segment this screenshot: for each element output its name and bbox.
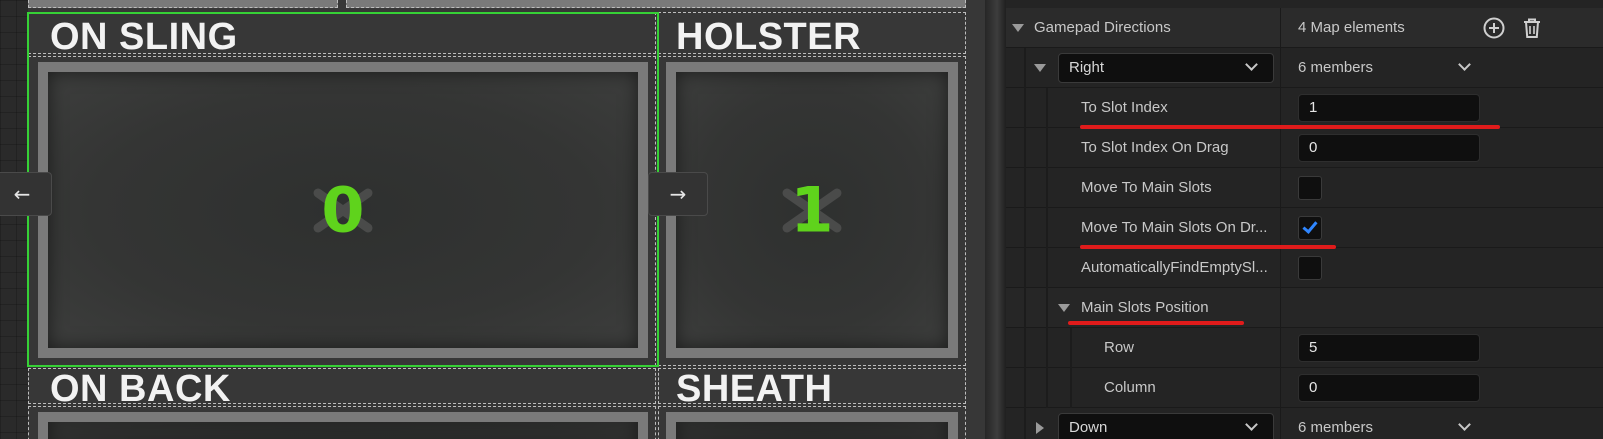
add-circle-icon[interactable]: [1482, 16, 1506, 40]
indent-guide: [1070, 328, 1072, 368]
collapsed-arrow-icon[interactable]: [1036, 422, 1044, 434]
indent-guide: [1046, 288, 1048, 328]
slot-inner-sheath: [676, 422, 948, 439]
column-splitter[interactable]: [1280, 8, 1281, 48]
row-property-row: Row 5: [1006, 328, 1603, 368]
slot-on-back[interactable]: [38, 412, 648, 439]
map-key-combo-right[interactable]: Right: [1058, 53, 1274, 83]
chevron-down-icon[interactable]: [1458, 418, 1471, 431]
annotation-underline-move-on-drag: [1080, 245, 1336, 249]
expand-arrow-icon[interactable]: [1034, 64, 1046, 72]
indent-guide: [1024, 328, 1026, 368]
to-slot-index-on-drag-row: To Slot Index On Drag 0: [1006, 128, 1603, 168]
viewport-edge: [985, 0, 1006, 439]
move-to-main-slots-on-drag-row: Move To Main Slots On Dr...: [1006, 208, 1603, 248]
map-key-value: Right: [1069, 59, 1105, 76]
slot-sheath[interactable]: [666, 412, 958, 439]
column-splitter[interactable]: [1280, 48, 1281, 88]
automatically-find-empty-label: AutomaticallyFindEmptySl...: [1081, 259, 1268, 276]
slot-index-text: 1: [790, 173, 834, 247]
indent-guide: [1046, 328, 1048, 368]
indent-guide: [1046, 88, 1048, 128]
to-slot-index-row: To Slot Index 1: [1006, 88, 1603, 128]
slot-index-text: 0: [321, 173, 365, 247]
expand-arrow-icon[interactable]: [1058, 304, 1070, 312]
move-to-main-slots-on-drag-label: Move To Main Slots On Dr...: [1081, 219, 1268, 236]
annotation-underline-to-slot-index: [1080, 125, 1500, 129]
move-to-main-slots-checkbox[interactable]: [1298, 176, 1322, 200]
indent-guide: [1070, 368, 1072, 408]
to-slot-index-label: To Slot Index: [1081, 99, 1168, 116]
indent-guide: [1046, 208, 1048, 248]
gamepad-directions-summary: 4 Map elements: [1298, 19, 1405, 36]
column-splitter[interactable]: [1280, 248, 1281, 288]
members-summary: 6 members: [1298, 59, 1374, 76]
map-entry-down-row[interactable]: Down 6 members: [1006, 408, 1603, 439]
to-slot-index-on-drag-field[interactable]: 0: [1298, 134, 1480, 162]
row-label: Row: [1104, 339, 1135, 356]
indent-guide: [1024, 48, 1026, 88]
members-summary: 6 members: [1298, 419, 1374, 436]
gamepad-directions-row[interactable]: Gamepad Directions 4 Map elements: [1006, 8, 1603, 48]
indent-guide: [1024, 168, 1026, 208]
expand-arrow-icon[interactable]: [1012, 24, 1024, 32]
column-label: Column: [1104, 379, 1156, 396]
slot-inner-on-back: [48, 422, 638, 439]
slot-inner-on-sling: 0: [48, 72, 638, 348]
map-key-combo-down[interactable]: Down: [1058, 413, 1274, 439]
move-to-main-slots-on-drag-checkbox[interactable]: [1298, 216, 1322, 240]
indent-guide: [1046, 368, 1048, 408]
move-to-main-slots-label: Move To Main Slots: [1081, 179, 1212, 196]
column-splitter[interactable]: [1280, 368, 1281, 408]
checkmark-icon: [1302, 218, 1318, 234]
designer-canvas[interactable]: ON SLING HOLSTER ON BACK SHEATH 0 1 ← →: [0, 0, 1006, 439]
column-splitter[interactable]: [1280, 328, 1281, 368]
map-key-value: Down: [1069, 419, 1108, 436]
row-field[interactable]: 5: [1298, 334, 1480, 362]
indent-guide: [1024, 288, 1026, 328]
column-splitter[interactable]: [1280, 128, 1281, 168]
to-slot-index-field[interactable]: 1: [1298, 94, 1480, 122]
top-slot-remnant-left: [28, 0, 338, 8]
column-splitter[interactable]: [1280, 408, 1281, 439]
automatically-find-empty-row: AutomaticallyFindEmptySl...: [1006, 248, 1603, 288]
slot-on-sling[interactable]: 0: [38, 62, 648, 358]
indent-guide: [1024, 368, 1026, 408]
chevron-down-icon[interactable]: [1458, 58, 1471, 71]
cell-label-on-back: ON BACK: [50, 368, 231, 410]
details-panel: Gamepad Directions 4 Map elements Right …: [1006, 0, 1603, 439]
indent-guide: [1024, 88, 1026, 128]
indent-guide: [1024, 248, 1026, 288]
indent-guide: [1024, 128, 1026, 168]
column-splitter[interactable]: [1280, 208, 1281, 248]
indent-guide: [1046, 128, 1048, 168]
cell-label-holster: HOLSTER: [676, 16, 862, 58]
navigate-left-button[interactable]: ←: [0, 172, 52, 216]
trash-icon[interactable]: [1520, 16, 1544, 40]
top-slot-remnant-right: [346, 0, 966, 8]
cell-label-sheath: SHEATH: [676, 368, 833, 410]
map-entry-right-row[interactable]: Right 6 members: [1006, 48, 1603, 88]
annotation-underline-main-slots-position: [1068, 321, 1244, 325]
to-slot-index-on-drag-label: To Slot Index On Drag: [1081, 139, 1229, 156]
column-splitter[interactable]: [1280, 288, 1281, 328]
chevron-down-icon: [1245, 418, 1258, 431]
cell-label-on-sling: ON SLING: [50, 16, 238, 58]
move-to-main-slots-row: Move To Main Slots: [1006, 168, 1603, 208]
column-property-row: Column 0: [1006, 368, 1603, 408]
indent-guide: [1024, 408, 1026, 439]
column-splitter[interactable]: [1280, 168, 1281, 208]
chevron-down-icon: [1245, 58, 1258, 71]
slot-holster[interactable]: 1: [666, 62, 958, 358]
indent-guide: [1046, 248, 1048, 288]
indent-guide: [1024, 208, 1026, 248]
indent-guide: [1046, 168, 1048, 208]
automatically-find-empty-checkbox[interactable]: [1298, 256, 1322, 280]
column-splitter[interactable]: [1280, 88, 1281, 128]
slot-inner-holster: 1: [676, 72, 948, 348]
gamepad-directions-label: Gamepad Directions: [1034, 19, 1171, 36]
column-field[interactable]: 0: [1298, 374, 1480, 402]
